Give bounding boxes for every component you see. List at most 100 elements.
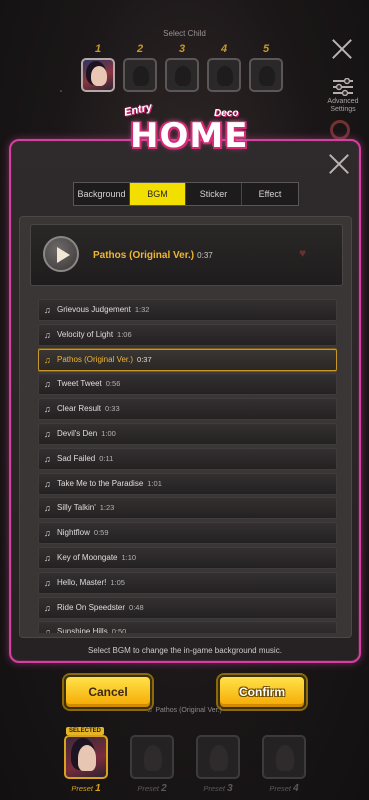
track-title: Nightflow xyxy=(57,528,90,538)
heart-icon: ♥ xyxy=(299,246,307,260)
music-note-icon: ♫ xyxy=(44,404,51,415)
track-row[interactable]: ♫ Silly Talkin' 1:23 xyxy=(38,497,337,520)
empty-slot xyxy=(123,58,157,92)
track-row[interactable]: ♫ Sad Failed 0:11 xyxy=(38,447,337,470)
empty-preset xyxy=(196,735,240,779)
music-note-icon: ♫ xyxy=(44,305,51,315)
track-title: Sad Failed xyxy=(57,453,96,463)
music-note-icon: ♫ xyxy=(147,707,153,714)
play-icon xyxy=(57,247,70,263)
track-duration: 0:11 xyxy=(99,453,114,463)
track-duration: 1:06 xyxy=(117,329,132,339)
track-row[interactable]: ♫ Devil's Den 1:00 xyxy=(38,422,337,445)
track-row[interactable]: ♫ Hello, Master! 1:05 xyxy=(38,571,337,594)
track-row[interactable]: ♫ Take Me to the Paradise 1:01 xyxy=(38,472,337,495)
music-note-icon: ♫ xyxy=(44,478,51,489)
track-row[interactable]: ♫ Velocity of Light 1:06 xyxy=(38,323,337,346)
track-duration: 1:00 xyxy=(101,428,116,438)
confirm-button[interactable]: Confirm xyxy=(218,675,306,709)
empty-preset xyxy=(262,735,306,779)
track-row[interactable]: ♫ Grievous Judgement 1:32 xyxy=(38,299,337,321)
music-note-icon: ♫ xyxy=(44,627,51,633)
select-child-label: Select Child xyxy=(163,29,206,38)
close-icon[interactable] xyxy=(331,38,353,60)
child-avatar xyxy=(81,58,115,92)
preset-label: Preset 4 xyxy=(269,783,299,794)
slot-number: 2 xyxy=(136,43,144,55)
slot-number: 4 xyxy=(220,43,228,55)
now-playing: Pathos (Original Ver.) 0:37 ♥ xyxy=(30,224,343,286)
slot-number: 3 xyxy=(178,43,186,55)
music-note-icon: ♫ xyxy=(44,528,51,539)
preset-label: Preset 2 xyxy=(137,783,167,794)
track-duration: 1:01 xyxy=(147,478,162,488)
slot-number: 1 xyxy=(94,43,102,55)
track-list[interactable]: ♫ Grievous Judgement 1:32 ♫ Velocity of Ligh… xyxy=(38,299,337,633)
track-title: Key of Moongate xyxy=(57,552,118,562)
cancel-button[interactable]: Cancel xyxy=(64,675,152,709)
child-slot-5[interactable]: 5 xyxy=(249,43,283,93)
track-row[interactable]: ♫ Tweet Tweet 0:56 xyxy=(38,373,337,396)
preset-3[interactable]: Preset 3 xyxy=(196,735,240,797)
preset-avatar xyxy=(64,735,108,779)
track-title: Take Me to the Paradise xyxy=(57,478,144,488)
music-note-icon: ♫ xyxy=(44,577,51,588)
child-slot-4[interactable]: 4 xyxy=(207,43,241,93)
music-note-icon: ♫ xyxy=(44,329,51,340)
child-slot-3[interactable]: 3 xyxy=(165,43,199,93)
track-title: Hello, Master! xyxy=(57,577,107,587)
entry-home-deco-logo: Entry HOME Deco xyxy=(118,101,258,166)
now-playing-title: Pathos (Original Ver.) 0:37 xyxy=(93,250,213,261)
track-duration: 1:23 xyxy=(99,503,115,513)
track-row[interactable]: ♫ Ride On Speedster 0:48 xyxy=(38,596,337,619)
now-playing-duration: 0:37 xyxy=(197,251,213,260)
tab-bgm[interactable]: BGM xyxy=(130,183,186,205)
track-duration: 0:56 xyxy=(105,379,121,389)
track-row[interactable]: ♫ Key of Moongate 1:10 xyxy=(38,546,337,569)
empty-slot xyxy=(165,58,199,92)
track-row[interactable]: ♫ Sunshine Hills 0:50 xyxy=(38,621,337,633)
tab-background[interactable]: Background xyxy=(74,183,130,205)
track-duration: 0:37 xyxy=(137,354,152,364)
logo-deco: Deco xyxy=(214,108,239,119)
track-duration: 0:48 xyxy=(129,602,144,612)
play-button[interactable] xyxy=(43,236,79,272)
track-row[interactable]: ♫ Clear Result 0:33 xyxy=(38,398,337,421)
music-note-icon: ♫ xyxy=(44,602,51,613)
child-slot-2[interactable]: 2 xyxy=(123,43,157,93)
preset-1[interactable]: SELECTED Preset 1 xyxy=(64,727,108,797)
track-title: Sunshine Hills xyxy=(57,627,108,633)
home-deco-modal: Background BGM Sticker Effect Pathos (Or… xyxy=(9,139,361,663)
advanced-settings-label: Advanced Settings xyxy=(327,98,359,113)
track-title: Tweet Tweet xyxy=(57,379,102,389)
track-title: Pathos (Original Ver.) xyxy=(57,354,134,364)
track-duration: 0:33 xyxy=(105,404,120,414)
selected-badge: SELECTED xyxy=(66,727,105,735)
preset-bar: SELECTED Preset 1 Preset 2 Preset 3 Preset 4 xyxy=(64,727,306,797)
preset-4[interactable]: Preset 4 xyxy=(262,735,306,797)
preset-label: Preset 1 xyxy=(71,783,101,794)
track-title: Devil's Den xyxy=(57,428,98,438)
bgm-hint: Select BGM to change the in-game backgro… xyxy=(88,646,282,655)
close-icon[interactable] xyxy=(328,153,350,175)
track-row[interactable]: ♫ Nightflow 0:59 xyxy=(38,522,337,545)
track-duration: 0:50 xyxy=(111,627,127,633)
track-title: Velocity of Light xyxy=(57,329,114,339)
tab-effect[interactable]: Effect xyxy=(242,183,298,205)
swirl-icon[interactable] xyxy=(330,120,350,140)
music-note-icon: ♫ xyxy=(44,428,51,439)
tab-sticker[interactable]: Sticker xyxy=(186,183,242,205)
empty-slot xyxy=(207,58,241,92)
music-note-icon: ♫ xyxy=(44,453,51,464)
music-note-icon: ♫ xyxy=(44,354,51,365)
track-row[interactable]: ♫ Pathos (Original Ver.) 0:37 xyxy=(38,348,337,371)
track-duration: 1:10 xyxy=(121,552,137,562)
logo-home: HOME xyxy=(130,116,249,156)
music-note-icon: ♫ xyxy=(44,552,51,563)
advanced-settings-button[interactable]: Advanced Settings xyxy=(323,78,363,114)
preset-label: Preset 3 xyxy=(203,783,233,794)
preset-2[interactable]: Preset 2 xyxy=(130,735,174,797)
child-slot-1[interactable]: 1 xyxy=(81,43,115,93)
music-note-icon: ♫ xyxy=(44,503,51,514)
music-note-icon: ♫ xyxy=(44,379,51,390)
